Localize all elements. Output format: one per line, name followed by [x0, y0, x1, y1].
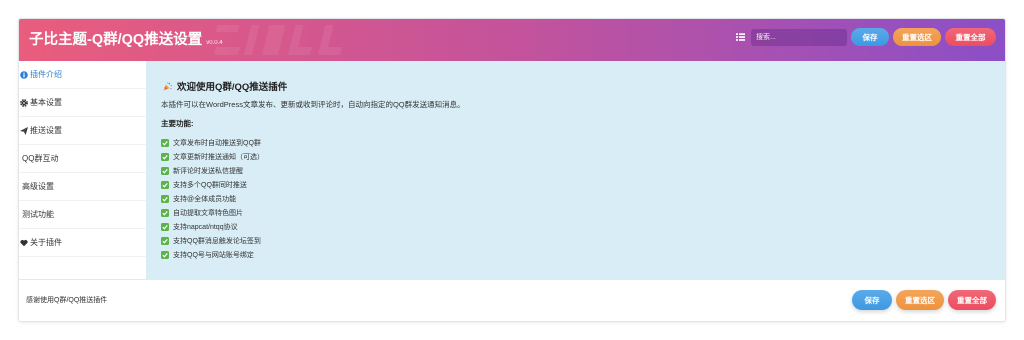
page-title-text: 子比主题-Q群/QQ推送设置	[29, 32, 203, 48]
feature-text: 文章发布时自动推送到QQ群	[173, 140, 261, 147]
feature-item: 自动提取文章特色图片	[161, 206, 990, 220]
feature-text: 支持napcat/ntqq协议	[173, 224, 238, 231]
sidebar-item-qq-group-interaction[interactable]: QQ群互动	[19, 145, 146, 173]
heading-text: 欢迎使用Q群/QQ推送插件	[177, 82, 288, 93]
sidebar-item-label: 基本设置	[30, 98, 62, 107]
check-mark	[162, 141, 168, 146]
feature-text: 支持@全体成员功能	[173, 196, 237, 203]
header-save-button[interactable]: 保存	[851, 28, 889, 46]
info-circle-icon	[20, 70, 28, 79]
feature-text: 新评论时发送私信提醒	[173, 168, 243, 175]
feature-item: 支持QQ号与网站账号绑定	[161, 248, 990, 262]
sidebar-item-label: 推送设置	[30, 126, 62, 135]
sidebar-item-label: QQ群互动	[22, 154, 59, 163]
sidebar-item-push-settings[interactable]: 推送设置	[19, 117, 146, 145]
footer-reset-section-button[interactable]: 重置选区	[896, 290, 944, 310]
gear-icon	[20, 98, 28, 107]
check-mark	[162, 183, 168, 188]
check-box-icon	[161, 181, 169, 189]
feature-item: 支持QQ群消息触发论坛签到	[161, 234, 990, 248]
feature-text: 自动提取文章特色图片	[173, 210, 243, 217]
paper-plane-icon-graphic	[20, 126, 28, 135]
feature-item: 文章发布时自动推送到QQ群	[161, 136, 990, 150]
check-mark	[162, 169, 168, 174]
check-box-icon	[161, 251, 169, 259]
feature-text: 文章更新时推送通知（可选）	[173, 154, 264, 161]
check-mark	[162, 239, 168, 244]
footer-bar: 感谢使用Q群/QQ推送插件 保存 重置选区 重置全部	[19, 279, 1005, 321]
feature-item: 文章更新时推送通知（可选）	[161, 150, 990, 164]
header-reset-section-button[interactable]: 重置选区	[893, 28, 941, 46]
check-box-icon	[161, 153, 169, 161]
check-box-icon	[161, 209, 169, 217]
main-area: 插件介绍 基本设置 推送设置 QQ群互动 高级设置 测试功能 关于插件 欢迎使用…	[19, 61, 1005, 279]
header-controls: 保存 重置选区 重置全部	[736, 28, 996, 46]
check-box-icon	[161, 237, 169, 245]
feature-text: 支持QQ号与网站账号绑定	[173, 252, 254, 259]
section-heading: 欢迎使用Q群/QQ推送插件	[161, 79, 990, 93]
check-mark	[162, 197, 168, 202]
list-icon[interactable]	[736, 33, 745, 41]
check-mark	[162, 155, 168, 160]
check-box-icon	[161, 195, 169, 203]
footer-save-button[interactable]: 保存	[852, 290, 892, 310]
footer-thanks-text: 感谢使用Q群/QQ推送插件	[26, 297, 108, 304]
sidebar-item-about-plugin[interactable]: 关于插件	[19, 229, 146, 257]
sidebar-item-label: 关于插件	[30, 238, 62, 247]
check-mark	[162, 225, 168, 230]
check-box-icon	[161, 167, 169, 175]
list-icon-graphic	[736, 33, 745, 41]
settings-panel: 子比主题-Q群/QQ推送设置v0.0.4 保存 重置选区 重置全部	[18, 18, 1006, 322]
check-mark	[162, 211, 168, 216]
sidebar-item-plugin-intro[interactable]: 插件介绍	[19, 61, 146, 89]
party-popper-icon-graphic	[163, 81, 172, 91]
sidebar-item-label: 测试功能	[22, 210, 54, 219]
info-circle-icon-graphic	[20, 70, 28, 79]
content-panel: 欢迎使用Q群/QQ推送插件 本插件可以在WordPress文章发布、更新或收到评…	[146, 61, 1005, 279]
check-box-icon	[161, 223, 169, 231]
check-box-icon	[161, 139, 169, 147]
page-title: 子比主题-Q群/QQ推送设置 v0.0.4	[29, 19, 223, 61]
feature-item: 支持@全体成员功能	[161, 192, 990, 206]
sidebar-item-advanced-settings[interactable]: 高级设置	[19, 173, 146, 201]
footer-reset-all-button[interactable]: 重置全部	[948, 290, 996, 310]
gear-icon-graphic	[20, 98, 28, 107]
feature-item: 新评论时发送私信提醒	[161, 164, 990, 178]
footer-controls: 保存 重置选区 重置全部	[852, 290, 996, 310]
check-mark	[162, 253, 168, 258]
sidebar-item-basic-settings[interactable]: 基本设置	[19, 89, 146, 117]
party-popper-icon	[163, 81, 172, 91]
features-title: 主要功能:	[161, 119, 194, 128]
feature-text: 支持多个QQ群同时推送	[173, 182, 247, 189]
version-badge: v0.0.4	[206, 40, 223, 46]
heart-icon	[20, 239, 28, 247]
paper-plane-icon	[20, 126, 28, 135]
sidebar-item-label: 高级设置	[22, 182, 54, 191]
search-input[interactable]	[751, 28, 847, 46]
intro-text: 本插件可以在WordPress文章发布、更新或收到评论时，自动向指定的QQ群发送…	[161, 100, 465, 109]
feature-item: 支持多个QQ群同时推送	[161, 178, 990, 192]
sidebar-item-test-functions[interactable]: 测试功能	[19, 201, 146, 229]
feature-item: 支持napcat/ntqq协议	[161, 220, 990, 234]
feature-text: 支持QQ群消息触发论坛签到	[173, 238, 261, 245]
header-reset-all-button[interactable]: 重置全部	[945, 28, 996, 46]
sidebar-nav: 插件介绍 基本设置 推送设置 QQ群互动 高级设置 测试功能 关于插件	[19, 61, 146, 279]
header-bar: 子比主题-Q群/QQ推送设置v0.0.4 保存 重置选区 重置全部	[19, 19, 1005, 61]
heart-icon-graphic	[20, 239, 28, 246]
features-list: 文章发布时自动推送到QQ群 文章更新时推送通知（可选） 新评论时发送私信提醒 支…	[161, 136, 990, 262]
sidebar-item-label: 插件介绍	[30, 70, 62, 79]
